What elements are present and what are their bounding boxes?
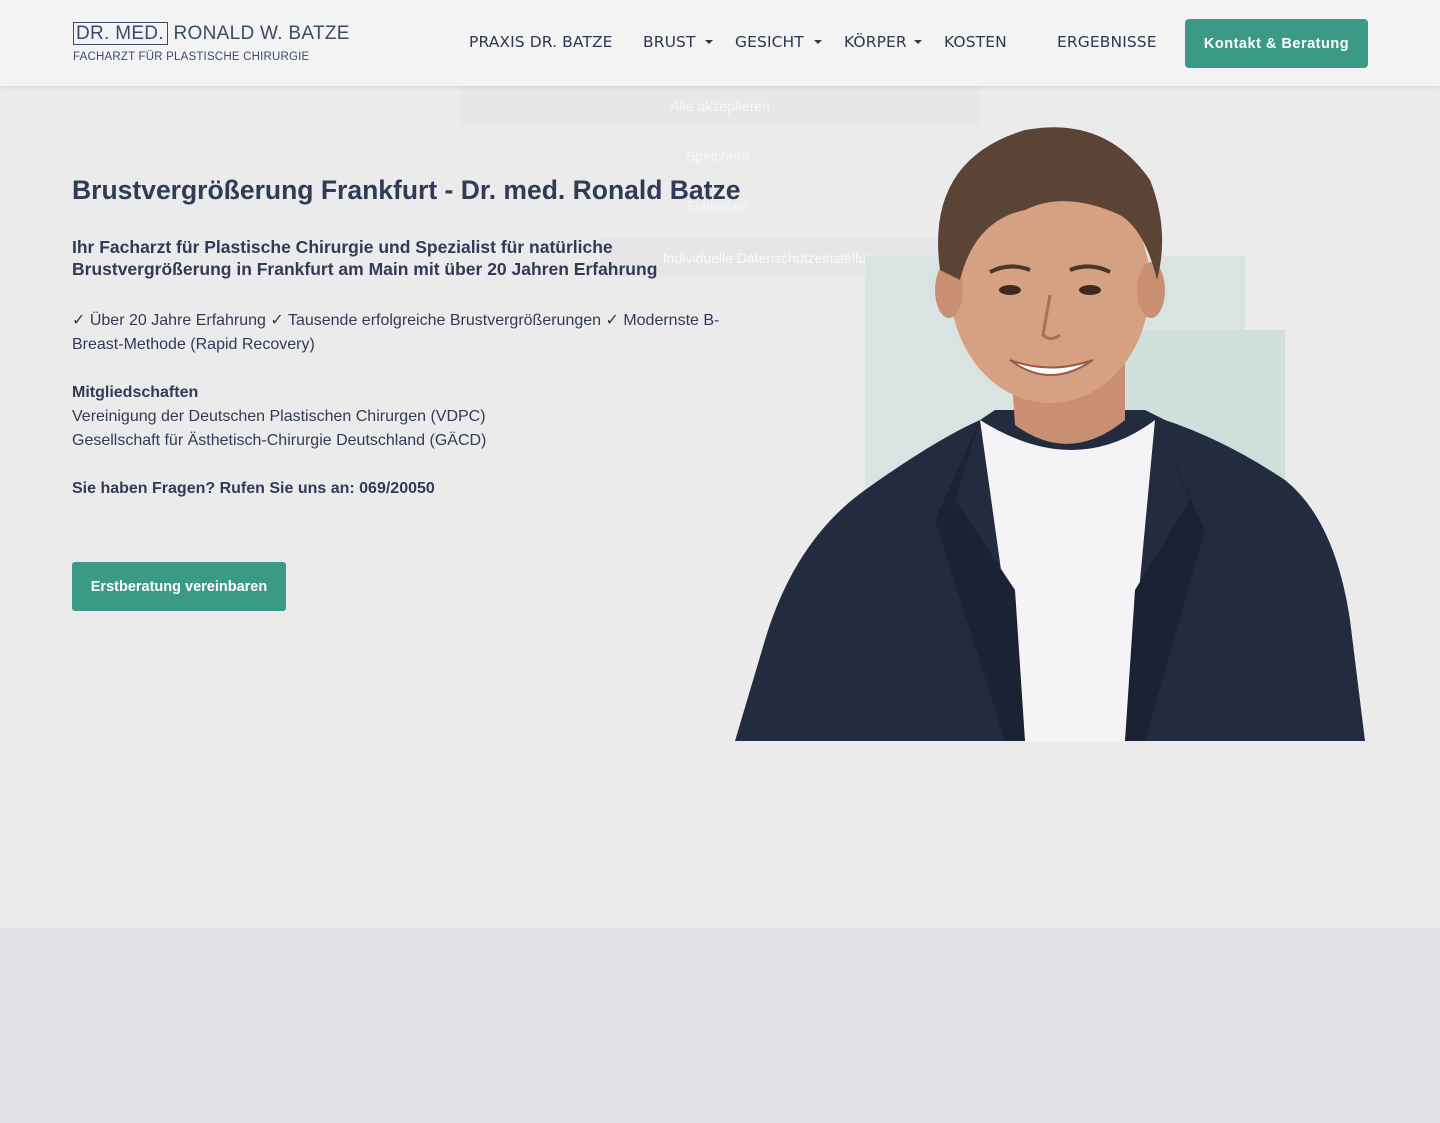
membership-item: Gesellschaft für Ästhetisch-Chirurgie De… — [72, 432, 487, 449]
membership-item: Vereinigung der Deutschen Plastischen Ch… — [72, 408, 486, 425]
nav-item-gesicht[interactable]: GESICHT — [735, 33, 804, 51]
cookie-accept-label: Alle akzeptieren — [670, 97, 770, 114]
chevron-down-icon[interactable] — [705, 40, 713, 44]
book-consultation-button[interactable]: Erstberatung vereinbaren — [72, 562, 286, 611]
phone-callout: Sie haben Fragen? Rufen Sie uns an: 069/… — [72, 480, 435, 497]
contact-button[interactable]: Kontakt & Beratung — [1185, 19, 1368, 68]
doctor-portrait-image — [735, 127, 1365, 741]
memberships-heading: Mitgliedschaften — [72, 384, 199, 401]
chevron-down-icon[interactable] — [814, 40, 822, 44]
chevron-down-icon[interactable] — [914, 40, 922, 44]
nav-item-koerper[interactable]: KÖRPER — [844, 33, 907, 51]
lower-section-background — [0, 928, 1440, 1123]
page-subtitle: Ihr Facharzt für Plastische Chirurgie un… — [72, 237, 658, 279]
nav-item-ergebnisse[interactable]: ERGEBNISSE — [1057, 33, 1157, 51]
site-header: DR. MED. RONALD W. BATZE FACHARZT FÜR PL… — [0, 0, 1440, 86]
nav-item-kosten[interactable]: KOSTEN — [944, 33, 1007, 51]
memberships: Mitgliedschaften Vereinigung der Deutsch… — [72, 381, 722, 453]
feature-list: ✓ Über 20 Jahre Erfahrung ✓ Tausende erf… — [72, 312, 720, 353]
nav-item-praxis[interactable]: PRAXIS DR. BATZE — [469, 33, 613, 51]
nav-item-brust[interactable]: BRUST — [643, 33, 696, 51]
page-title: Brustvergrößerung Frankfurt - Dr. med. R… — [72, 175, 741, 205]
